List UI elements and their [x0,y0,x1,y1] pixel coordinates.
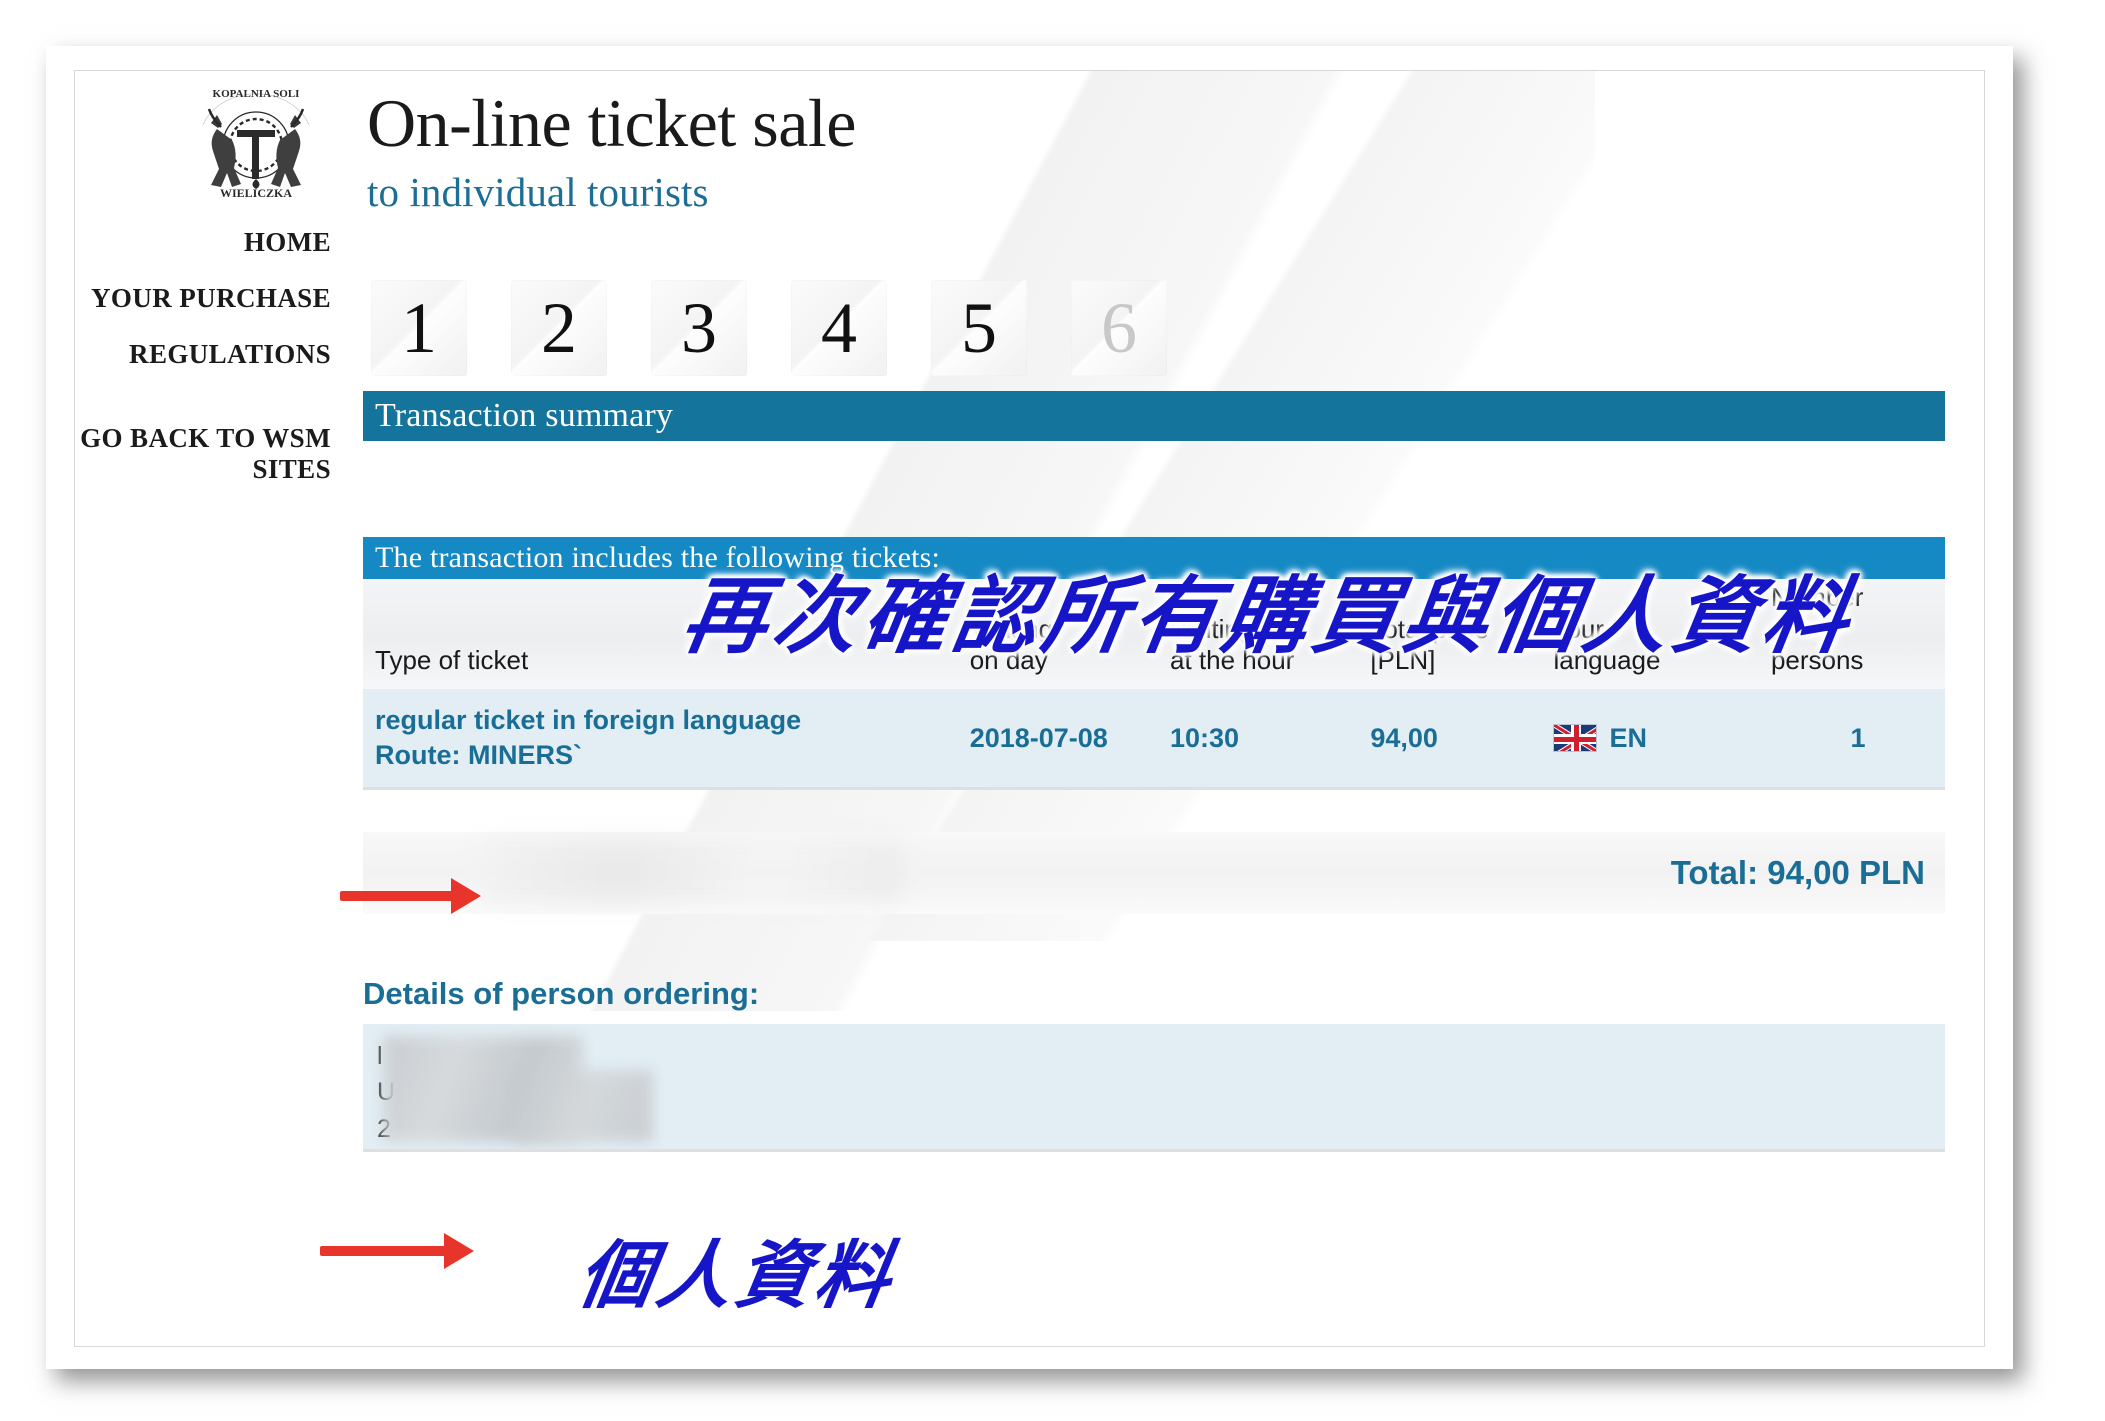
header-total-price: Total price [PLN] [1370,579,1554,689]
annotation-spacer [363,441,1945,537]
cell-tour-language: EN [1553,689,1771,791]
step-2[interactable]: 2 [511,280,607,376]
total-row: Total: 94,00 PLN [363,832,1945,915]
details-of-person-ordering-label: Details of person ordering: [363,976,760,1012]
header-visiting-on-day: Visiting on day [969,579,1170,689]
step-1[interactable]: 1 [371,280,467,376]
cell-visiting-at-the-hour: 10:30 [1170,689,1371,791]
cell-ticket-type: regular ticket in foreign language Route… [363,689,970,791]
transaction-summary-title: Transaction summary [375,397,674,434]
tickets-table-header-row: Type of ticket Visiting on day Visiting at… [363,579,1945,689]
cell-number-of-persons: 1 [1770,689,1945,791]
cell-visiting-on-day: 2018-07-08 [969,689,1170,791]
page-subtitle: to individual tourists [367,169,709,216]
sidebar: KOPALNIA SOLI WIELICZKA HOME YOUR PURCHA… [75,71,337,510]
details-of-person-ordering-panel: lU2 [363,1024,1945,1153]
logo-text-bottom: WIELICZKA [220,186,292,200]
sidebar-item-regulations[interactable]: REGULATIONS [75,339,331,371]
logo-text-top: KOPALNIA SOLI [213,88,300,100]
cell-total-price: 94,00 [1370,689,1554,791]
header-type-of-ticket: Type of ticket [363,579,970,689]
sidebar-menu: HOME YOUR PURCHASE REGULATIONS GO BACK T… [75,227,337,486]
step-4[interactable]: 4 [791,280,887,376]
wieliczka-salt-mine-crest-icon: KOPALNIA SOLI WIELICZKA [202,88,310,200]
step-indicator: 1 2 3 4 5 6 [371,280,1167,376]
header-tour-language: Tour language [1553,579,1771,689]
step-5[interactable]: 5 [931,280,1027,376]
table-row: regular ticket in foreign language Route… [363,689,1945,791]
tickets-included-bar: The transaction includes the following t… [363,537,1945,579]
page-body: KOPALNIA SOLI WIELICZKA HOME YOUR PURCHA… [74,70,1985,1347]
ticket-route: Route: MINERS` [375,740,582,771]
page-header: On-line ticket sale to individual touris… [367,85,856,216]
total-amount: Total: 94,00 PLN [1670,854,1925,892]
tickets-table: Type of ticket Visiting on day Visiting at… [363,579,1945,791]
ticket-name: regular ticket in foreign language [375,705,802,735]
sidebar-item-your-purchase[interactable]: YOUR PURCHASE [75,283,331,315]
annotation-arrow-person-details [320,1233,474,1269]
redacted-total-area [483,840,903,903]
page-title: On-line ticket sale [367,85,856,161]
sidebar-item-home[interactable]: HOME [75,227,331,259]
step-6: 6 [1071,280,1167,376]
sidebar-item-go-back-to-wsm-sites[interactable]: GO BACK TO WSM SITES [75,423,331,487]
annotation-personal-data-note: 個人資料 [572,1233,903,1320]
step-3[interactable]: 3 [651,280,747,376]
language-code: EN [1609,722,1647,753]
transaction-summary-bar: Transaction summary [363,391,1945,441]
union-jack-flag-icon [1553,724,1598,753]
tickets-included-title: The transaction includes the following t… [375,541,941,574]
redacted-person-details-2 [513,1070,653,1143]
page-frame: KOPALNIA SOLI WIELICZKA HOME YOUR PURCHA… [46,46,2013,1369]
header-visiting-at-the-hour: Visiting at the hour [1170,579,1371,689]
header-number-of-persons: Number of persons [1770,579,1945,689]
annotation-arrow-ticket-row [340,878,481,914]
main-content: Transaction summary The transaction incl… [363,391,1945,1153]
